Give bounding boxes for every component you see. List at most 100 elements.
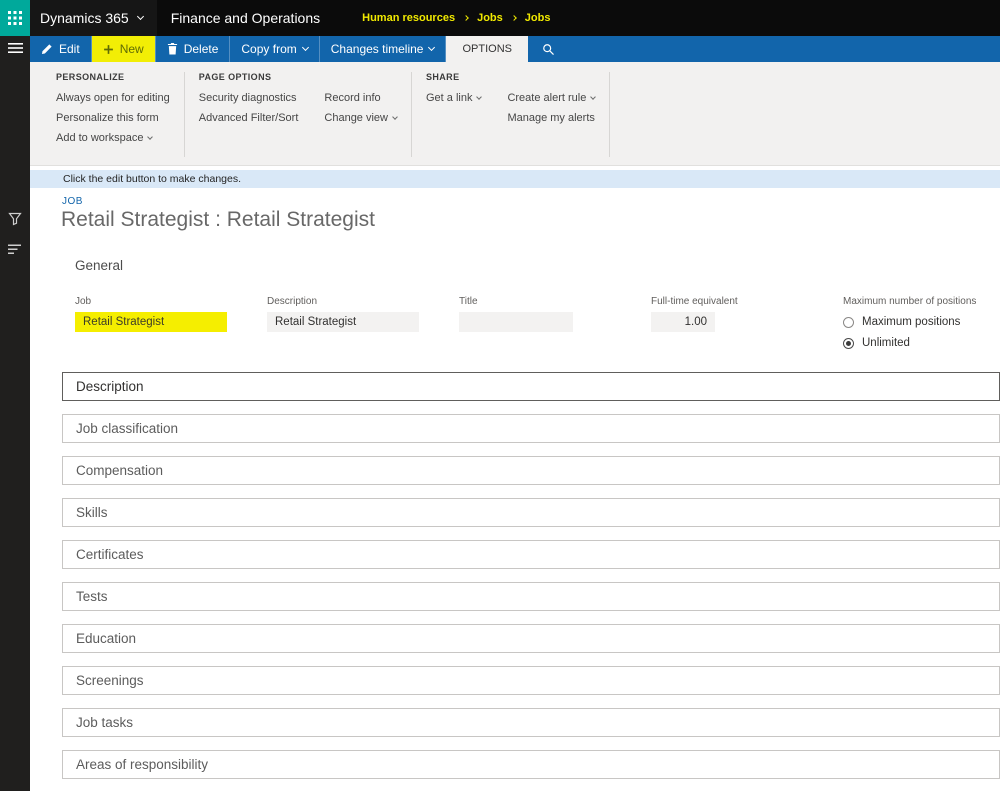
add-to-workspace-link[interactable]: Add to workspace bbox=[56, 132, 170, 144]
max-positions-field: Maximum number of positions Maximum posi… bbox=[843, 296, 976, 349]
chevron-down-icon bbox=[477, 94, 483, 100]
app-launcher-button[interactable] bbox=[0, 0, 30, 36]
advanced-filter-sort-link[interactable]: Advanced Filter/Sort bbox=[199, 112, 299, 124]
section-header-skills[interactable]: Skills bbox=[62, 498, 1000, 527]
chevron-right-icon bbox=[511, 15, 517, 21]
always-open-for-editing-link[interactable]: Always open for editing bbox=[56, 92, 170, 104]
ribbon-group-title: SHARE bbox=[426, 72, 595, 82]
copy-from-label: Copy from bbox=[241, 42, 296, 56]
title-input[interactable] bbox=[459, 312, 573, 332]
section-header-job-tasks[interactable]: Job tasks bbox=[62, 708, 1000, 737]
record-type-caption: JOB bbox=[62, 196, 83, 207]
section-header-description[interactable]: Description bbox=[62, 372, 1000, 401]
description-field-label: Description bbox=[267, 296, 419, 307]
options-tab[interactable]: OPTIONS bbox=[446, 36, 528, 62]
breadcrumb-item-page[interactable]: Jobs bbox=[525, 12, 551, 24]
new-button-label: New bbox=[120, 42, 144, 56]
job-field-label: Job bbox=[75, 296, 227, 307]
ribbon-group-personalize: PERSONALIZE Always open for editing Pers… bbox=[42, 70, 184, 165]
change-view-link[interactable]: Change view bbox=[324, 112, 397, 124]
title-field: Title bbox=[459, 296, 573, 332]
fasttab-sections: Description Job classification Compensat… bbox=[62, 372, 1000, 779]
new-button[interactable]: New bbox=[92, 36, 155, 62]
breadcrumb-item-area[interactable]: Jobs bbox=[477, 12, 503, 24]
task-list-button[interactable] bbox=[0, 244, 30, 255]
plus-icon bbox=[103, 44, 114, 55]
title-field-label: Title bbox=[459, 296, 573, 307]
max-positions-label: Maximum number of positions bbox=[843, 296, 976, 307]
search-button[interactable] bbox=[528, 36, 569, 62]
dynamics-365-window: Dynamics 365 Finance and Operations Huma… bbox=[0, 0, 1000, 791]
full-time-equivalent-label: Full-time equivalent bbox=[651, 296, 738, 307]
link-label: Change view bbox=[324, 112, 388, 124]
chevron-right-icon bbox=[463, 15, 469, 21]
options-ribbon-flyout: PERSONALIZE Always open for editing Pers… bbox=[30, 62, 1000, 166]
chevron-down-icon bbox=[590, 94, 596, 100]
chevron-down-icon bbox=[302, 44, 309, 51]
notification-bar: Click the edit button to make changes. bbox=[30, 170, 1000, 188]
pencil-icon bbox=[41, 43, 53, 55]
section-header-areas-of-responsibility[interactable]: Areas of responsibility bbox=[62, 750, 1000, 779]
job-field: Job bbox=[75, 296, 227, 332]
radio-unselected-icon bbox=[843, 317, 854, 328]
edit-button-label: Edit bbox=[59, 42, 80, 56]
security-diagnostics-link[interactable]: Security diagnostics bbox=[199, 92, 299, 104]
chevron-down-icon bbox=[428, 44, 435, 51]
personalize-this-form-link[interactable]: Personalize this form bbox=[56, 112, 170, 124]
product-name: Dynamics 365 bbox=[40, 10, 129, 26]
copy-from-button[interactable]: Copy from bbox=[230, 36, 318, 62]
changes-timeline-button[interactable]: Changes timeline bbox=[320, 36, 446, 62]
record-info-link[interactable]: Record info bbox=[324, 92, 397, 104]
full-time-equivalent-input[interactable] bbox=[651, 312, 715, 332]
create-alert-rule-link[interactable]: Create alert rule bbox=[507, 92, 595, 104]
waffle-grid-icon bbox=[8, 11, 22, 25]
general-section-header[interactable]: General bbox=[75, 258, 123, 273]
get-a-link-link[interactable]: Get a link bbox=[426, 92, 481, 104]
filter-pane-button[interactable] bbox=[0, 212, 30, 226]
job-form-content: JOB Retail Strategist : Retail Strategis… bbox=[30, 188, 1000, 791]
link-label: Security diagnostics bbox=[199, 92, 297, 104]
description-input[interactable] bbox=[267, 312, 419, 332]
link-label: Personalize this form bbox=[56, 112, 159, 124]
notification-message: Click the edit button to make changes. bbox=[63, 173, 241, 185]
section-header-certificates[interactable]: Certificates bbox=[62, 540, 1000, 569]
ribbon-group-divider bbox=[609, 72, 610, 157]
link-label: Get a link bbox=[426, 92, 472, 104]
ribbon-group-title: PAGE OPTIONS bbox=[199, 72, 397, 82]
radio-label: Maximum positions bbox=[862, 316, 960, 328]
maximum-positions-radio[interactable]: Maximum positions bbox=[843, 316, 976, 328]
breadcrumb-item-module[interactable]: Human resources bbox=[362, 12, 455, 24]
hamburger-icon bbox=[8, 42, 23, 54]
search-icon bbox=[542, 43, 555, 56]
section-header-compensation[interactable]: Compensation bbox=[62, 456, 1000, 485]
product-switcher[interactable]: Dynamics 365 bbox=[30, 0, 157, 36]
trash-icon bbox=[167, 43, 178, 55]
section-header-job-classification[interactable]: Job classification bbox=[62, 414, 1000, 443]
description-field: Description bbox=[267, 296, 419, 332]
link-label: Advanced Filter/Sort bbox=[199, 112, 299, 124]
page-title: Retail Strategist : Retail Strategist bbox=[61, 208, 375, 232]
unlimited-radio[interactable]: Unlimited bbox=[843, 337, 976, 349]
delete-button[interactable]: Delete bbox=[156, 36, 230, 62]
ribbon-group-share: SHARE Get a link Create alert rule Manag… bbox=[412, 70, 609, 165]
radio-selected-icon bbox=[843, 338, 854, 349]
edit-button[interactable]: Edit bbox=[30, 36, 91, 62]
manage-my-alerts-link[interactable]: Manage my alerts bbox=[507, 112, 595, 124]
section-header-tests[interactable]: Tests bbox=[62, 582, 1000, 611]
changes-timeline-label: Changes timeline bbox=[331, 42, 424, 56]
job-input[interactable] bbox=[75, 312, 227, 332]
section-header-screenings[interactable]: Screenings bbox=[62, 666, 1000, 695]
full-time-equivalent-field: Full-time equivalent bbox=[651, 296, 738, 332]
action-pane: Edit New Delete Copy from Changes timeli… bbox=[30, 36, 1000, 62]
top-navigation-bar: Dynamics 365 Finance and Operations Huma… bbox=[0, 0, 1000, 36]
delete-button-label: Delete bbox=[184, 42, 219, 56]
ribbon-group-title: PERSONALIZE bbox=[56, 72, 170, 82]
app-name[interactable]: Finance and Operations bbox=[171, 10, 320, 26]
chevron-down-icon bbox=[137, 13, 144, 20]
nav-menu-toggle-button[interactable] bbox=[0, 42, 30, 54]
section-header-education[interactable]: Education bbox=[62, 624, 1000, 653]
chevron-down-icon bbox=[392, 114, 398, 120]
link-label: Always open for editing bbox=[56, 92, 170, 104]
chevron-down-icon bbox=[148, 134, 154, 140]
left-navigation-rail bbox=[0, 36, 30, 791]
